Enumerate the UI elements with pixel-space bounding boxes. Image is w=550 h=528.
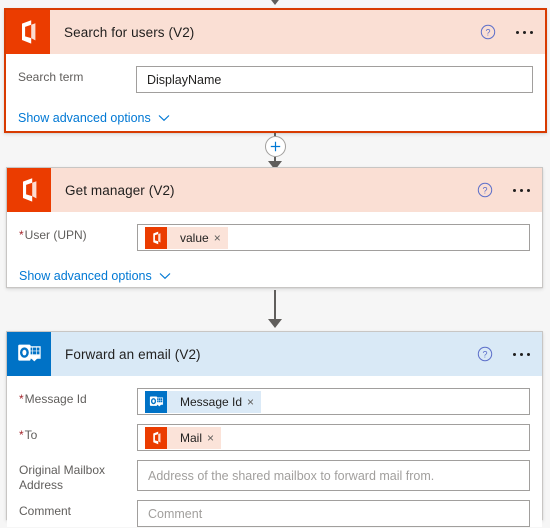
card-title: Forward an email (V2) — [65, 346, 201, 362]
token-chip-message-id[interactable]: Message Id × — [145, 390, 262, 413]
field-label: Original Mailbox Address — [19, 463, 106, 492]
ellipsis-icon[interactable] — [514, 27, 535, 38]
ellipsis-icon[interactable] — [511, 185, 532, 196]
required-marker: * — [19, 428, 24, 442]
token-remove-icon[interactable]: × — [207, 432, 221, 444]
card-header-actions: ? — [480, 10, 535, 54]
comment-input[interactable]: Comment — [137, 500, 530, 527]
user-upn-input[interactable]: value × — [137, 224, 530, 251]
action-card-forward-an-email[interactable]: Forward an email (V2) ? *Message Id Mess… — [6, 331, 543, 527]
field-label: Comment — [19, 504, 72, 518]
field-row-search-term: Search term DisplayName — [6, 66, 545, 93]
card-header-actions: ? — [477, 168, 532, 212]
token-chip-mail[interactable]: Mail × — [145, 426, 222, 449]
card-header[interactable]: Forward an email (V2) ? — [7, 332, 542, 376]
arrow-down-icon — [268, 319, 282, 328]
help-circle-icon[interactable]: ? — [477, 182, 493, 198]
card-body: *Message Id Message Id × *To Mail × Orig… — [7, 388, 542, 527]
connector-line — [274, 157, 276, 162]
field-label-text: User (UPN) — [24, 228, 87, 242]
card-title: Search for users (V2) — [64, 24, 195, 40]
field-row-message-id: *Message Id Message Id × — [7, 388, 542, 415]
flow-canvas: Search for users (V2) ? Search term Disp… — [0, 0, 550, 528]
field-row-original-mailbox-address: Original Mailbox Address Address of the … — [7, 460, 542, 493]
card-title: Get manager (V2) — [65, 182, 175, 198]
chevron-down-icon — [158, 115, 170, 122]
card-body: Search term DisplayName Show advanced op… — [6, 66, 545, 125]
to-input[interactable]: Mail × — [137, 424, 530, 451]
office365-users-icon — [6, 10, 50, 54]
advanced-options-label: Show advanced options — [18, 111, 151, 125]
token-remove-icon[interactable]: × — [214, 232, 228, 244]
advanced-options-label: Show advanced options — [19, 269, 152, 283]
svg-text:?: ? — [482, 349, 487, 359]
field-label: *User (UPN) — [19, 224, 137, 243]
field-label: *Message Id — [19, 388, 137, 407]
field-row-to: *To Mail × — [7, 424, 542, 451]
original-mailbox-address-input[interactable]: Address of the shared mailbox to forward… — [137, 460, 530, 491]
svg-text:?: ? — [485, 27, 490, 37]
search-term-input[interactable]: DisplayName — [136, 66, 533, 93]
required-marker: * — [19, 228, 24, 242]
office365-users-icon — [145, 426, 167, 449]
card-header[interactable]: Search for users (V2) ? — [6, 10, 545, 54]
card-header-actions: ? — [477, 332, 532, 376]
field-label-text: Message Id — [24, 392, 87, 406]
ellipsis-icon[interactable] — [511, 349, 532, 360]
field-row-comment: Comment Comment — [7, 500, 542, 527]
message-id-input[interactable]: Message Id × — [137, 388, 530, 415]
field-label: *To — [19, 424, 137, 443]
office365-outlook-icon — [7, 332, 51, 376]
svg-text:?: ? — [482, 185, 487, 195]
arrow-down-icon — [268, 0, 282, 5]
field-row-user-upn: *User (UPN) value × — [7, 224, 542, 251]
card-body: *User (UPN) value × Show advanced option… — [7, 224, 542, 283]
field-label-text: To — [24, 428, 38, 442]
add-step-button[interactable] — [264, 136, 286, 157]
action-card-search-for-users[interactable]: Search for users (V2) ? Search term Disp… — [4, 8, 547, 133]
connector-top — [0, 0, 550, 5]
chevron-down-icon — [159, 273, 171, 280]
card-header[interactable]: Get manager (V2) ? — [7, 168, 542, 212]
show-advanced-options-link-2[interactable]: Show advanced options — [7, 269, 171, 283]
token-label: Mail — [180, 430, 203, 445]
office365-users-icon — [145, 226, 167, 249]
office365-outlook-icon — [145, 390, 167, 413]
connector-2-3 — [0, 290, 550, 328]
required-marker: * — [19, 392, 24, 406]
connector-line — [274, 290, 276, 320]
plus-icon — [270, 141, 280, 152]
help-circle-icon[interactable]: ? — [477, 346, 493, 362]
show-advanced-options-link-1[interactable]: Show advanced options — [6, 111, 170, 125]
token-chip-value[interactable]: value × — [145, 226, 228, 249]
token-remove-icon[interactable]: × — [247, 396, 261, 408]
token-label: value — [180, 230, 209, 245]
action-card-get-manager[interactable]: Get manager (V2) ? *User (UPN) value × S… — [6, 167, 543, 288]
field-label: Search term — [18, 70, 84, 84]
help-circle-icon[interactable]: ? — [480, 24, 496, 40]
office365-users-icon — [7, 168, 51, 212]
connector-insert-1-2 — [0, 133, 550, 170]
token-label: Message Id — [180, 394, 243, 409]
